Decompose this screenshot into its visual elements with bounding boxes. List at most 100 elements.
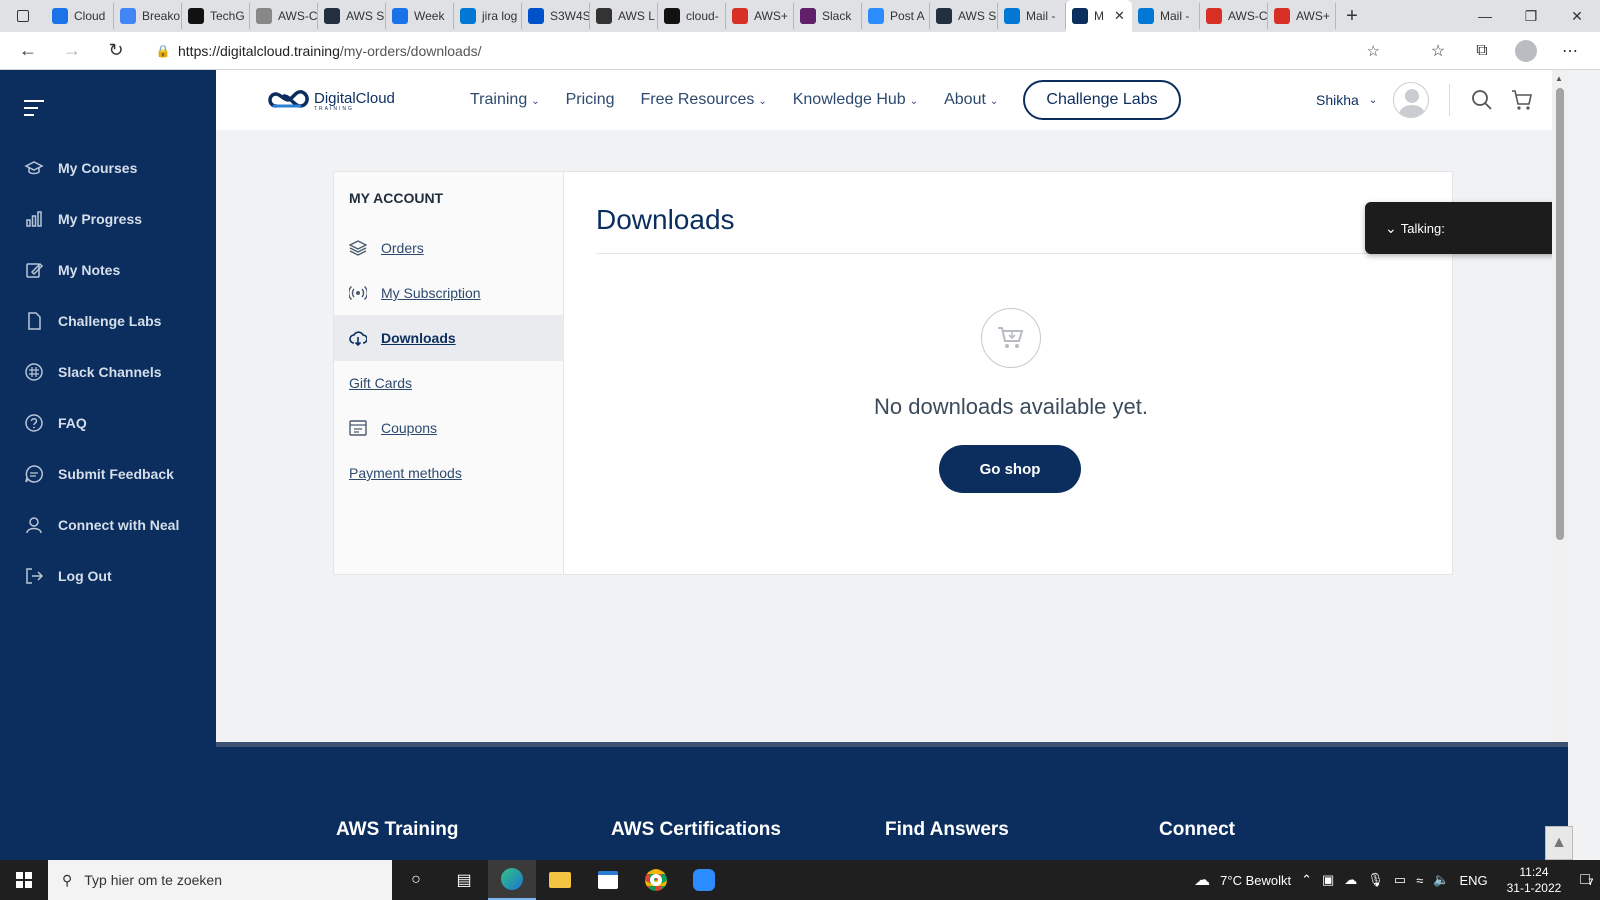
browser-tab[interactable]: Breako	[114, 3, 182, 29]
account-item-label[interactable]: Orders	[381, 240, 424, 256]
scrollbar-thumb[interactable]	[1556, 88, 1564, 540]
weather-text[interactable]: 7°C Bewolkt	[1220, 873, 1291, 888]
cart-icon[interactable]	[1510, 88, 1534, 112]
sidebar-item-log-out[interactable]: Log Out	[24, 566, 112, 586]
browser-tab[interactable]: AWS+	[726, 3, 794, 29]
account-item-gift-cards[interactable]: Gift Cards	[334, 360, 563, 406]
browser-tab[interactable]: Post A	[862, 3, 930, 29]
windows-start-icon[interactable]	[0, 860, 48, 900]
nav-item-knowledge-hub[interactable]: Knowledge Hub ⌄	[793, 91, 918, 109]
avatar[interactable]	[1393, 82, 1430, 118]
title-divider	[596, 253, 1426, 254]
sidebar-item-challenge-labs[interactable]: Challenge Labs	[24, 311, 161, 331]
account-item-label[interactable]: Coupons	[381, 420, 437, 436]
drive-icon	[52, 8, 68, 24]
account-item-downloads[interactable]: Downloads	[334, 315, 563, 361]
menu-toggle-icon[interactable]	[24, 100, 44, 121]
nav-item-pricing[interactable]: Pricing	[566, 91, 615, 109]
window-controls: — ❐ ✕	[1462, 0, 1600, 32]
profile-icon[interactable]	[1515, 40, 1537, 62]
restore-icon[interactable]: ❐	[1508, 0, 1554, 32]
chevron-up-icon[interactable]: ⌃	[1301, 872, 1312, 888]
account-item-my-subscription[interactable]: My Subscription	[334, 270, 563, 316]
clock[interactable]: 11:24 31-1-2022	[1507, 864, 1562, 896]
sidebar-item-faq[interactable]: FAQ	[24, 413, 87, 433]
account-item-label[interactable]: Gift Cards	[349, 375, 412, 391]
edge-icon[interactable]	[488, 860, 536, 900]
browser-tab[interactable]: Week	[386, 3, 454, 29]
sidebar-item-connect-with-neal[interactable]: Connect with Neal	[24, 515, 179, 535]
back-icon[interactable]: ←	[6, 32, 50, 70]
onedrive-icon[interactable]: ☁	[1344, 872, 1357, 888]
user-menu[interactable]: Shikha ⌄	[1316, 70, 1430, 130]
sidebar-item-my-courses[interactable]: My Courses	[24, 158, 137, 178]
forward-icon[interactable]: →	[50, 32, 94, 70]
collections-icon[interactable]: ⧉	[1460, 42, 1504, 60]
browser-tab[interactable]: AWS S	[318, 3, 386, 29]
sidebar-item-my-notes[interactable]: My Notes	[24, 260, 120, 280]
search-icon[interactable]	[1470, 88, 1494, 112]
browser-tab[interactable]: TechG	[182, 3, 250, 29]
browser-tab[interactable]: AWS+	[1268, 3, 1336, 29]
browser-tab[interactable]: S3W4S	[522, 3, 590, 29]
taskbar-search-input[interactable]: ⚲ Typ hier om te zoeken	[48, 860, 392, 900]
sidebar-item-slack-channels[interactable]: Slack Channels	[24, 362, 162, 382]
browser-tab[interactable]: Slack	[794, 3, 862, 29]
account-item-orders[interactable]: Orders	[334, 225, 563, 271]
sidebar-item-my-progress[interactable]: My Progress	[24, 209, 142, 229]
language-indicator[interactable]: ENG	[1459, 873, 1487, 888]
chevron-down-icon[interactable]: ⌄	[1385, 220, 1397, 237]
nav-item-training[interactable]: Training ⌄	[470, 91, 540, 109]
weather-icon[interactable]: ☁	[1194, 870, 1210, 890]
browser-tab[interactable]: AWS-C	[250, 3, 318, 29]
battery-icon[interactable]: ▭	[1394, 872, 1406, 888]
url-field[interactable]: 🔒 https://digitalcloud.training/my-order…	[148, 36, 1388, 66]
browser-tab[interactable]: AWS S	[930, 3, 998, 29]
zoom-icon	[868, 8, 884, 24]
wifi-icon[interactable]: ≈	[1416, 873, 1423, 888]
task-view-icon[interactable]: ▤	[440, 860, 488, 900]
account-item-label[interactable]: My Subscription	[381, 285, 481, 301]
microphone-icon[interactable]: 🎙	[1367, 872, 1384, 888]
account-item-label[interactable]: Payment methods	[349, 465, 462, 481]
more-menu-icon[interactable]: ⋯	[1548, 41, 1592, 61]
browser-tab[interactable]: AWS L	[590, 3, 658, 29]
file-explorer-icon[interactable]	[536, 860, 584, 900]
notifications-icon[interactable]: □ 7	[1580, 871, 1593, 889]
sidebar-item-submit-feedback[interactable]: Submit Feedback	[24, 464, 174, 484]
zoom-icon[interactable]	[680, 860, 728, 900]
back-to-top-button[interactable]: ▲	[1545, 826, 1573, 860]
favorites-icon[interactable]: ☆	[1416, 41, 1460, 61]
cortana-icon[interactable]: ○	[392, 860, 440, 900]
browser-tab[interactable]: Mail -	[1132, 3, 1200, 29]
go-shop-button[interactable]: Go shop	[939, 445, 1081, 493]
refresh-icon[interactable]: ↻	[94, 32, 138, 70]
minimize-icon[interactable]: —	[1462, 0, 1508, 32]
chrome-icon[interactable]	[632, 860, 680, 900]
challenge-labs-button[interactable]: Challenge Labs	[1023, 80, 1181, 120]
browser-tab[interactable]: Cloud	[46, 3, 114, 29]
store-icon[interactable]	[584, 860, 632, 900]
nav-item-free-resources[interactable]: Free Resources ⌄	[641, 91, 767, 109]
browser-tab-label: Post A	[890, 9, 925, 23]
meet-now-icon[interactable]: ▣	[1322, 872, 1334, 888]
account-item-coupons[interactable]: Coupons	[334, 405, 563, 451]
scroll-up-icon[interactable]: ▲	[1555, 74, 1563, 83]
browser-tab[interactable]: M ✕	[1066, 0, 1132, 32]
browser-tab[interactable]: AWS-C	[1200, 3, 1268, 29]
close-window-icon[interactable]: ✕	[1554, 0, 1600, 32]
account-item-payment-methods[interactable]: Payment methods	[334, 450, 563, 496]
new-tab-button[interactable]: +	[1336, 5, 1368, 28]
browser-tab[interactable]: jira log	[454, 3, 522, 29]
volume-icon[interactable]: 🔈	[1433, 872, 1449, 888]
logo[interactable]: DigitalCloud TRAINING	[266, 86, 395, 112]
nav-item-about[interactable]: About ⌄	[944, 91, 998, 109]
add-favorite-icon[interactable]: ☆	[1367, 42, 1380, 60]
lock-icon[interactable]: 🔒	[148, 44, 178, 58]
talking-popup[interactable]: ⌄ Talking:	[1365, 202, 1563, 254]
browser-tab[interactable]: Mail -	[998, 3, 1066, 29]
close-tab-icon[interactable]: ✕	[1114, 8, 1125, 24]
browser-tab[interactable]: cloud-	[658, 3, 726, 29]
tab-actions-icon[interactable]	[0, 0, 46, 32]
account-item-label[interactable]: Downloads	[381, 330, 456, 346]
